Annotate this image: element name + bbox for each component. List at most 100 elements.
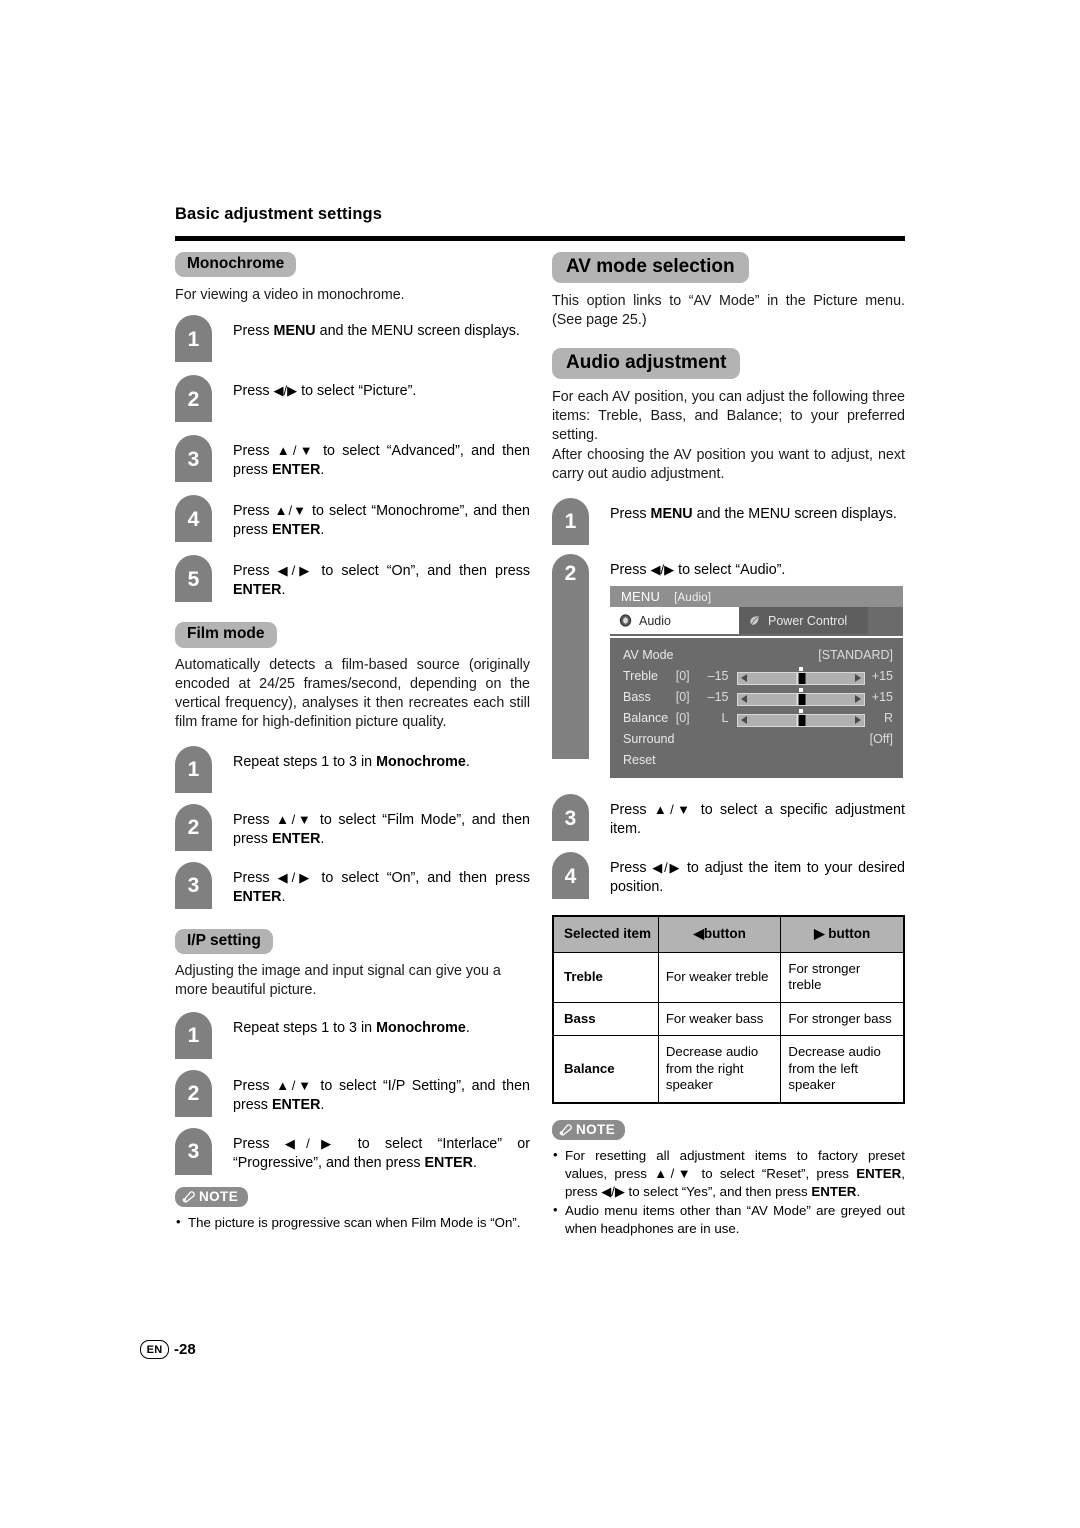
osd-slider-thumb[interactable]: [796, 693, 805, 705]
film-mode-steps: 1 Repeat steps 1 to 3 in Monochrome. 2 Pres…: [175, 745, 530, 909]
step-row: 3 Press ◀/▶ to select “Interlace” or “Pro…: [175, 1127, 530, 1175]
step-row: 2 Press ▲/▼ to select “Film Mode”, and th…: [175, 803, 530, 851]
osd-slider-track[interactable]: [736, 671, 865, 685]
osd-slider-center-tick: [798, 666, 803, 671]
osd-slider-thumb[interactable]: [796, 714, 805, 726]
step-row: 3 Press ▲/▼ to select “Advanced”, and the…: [175, 435, 530, 483]
osd-slider[interactable]: [736, 687, 865, 706]
step-text: Repeat steps 1 to 3 in Monochrome.: [233, 753, 470, 770]
section-monochrome: Monochrome For viewing a video in monoch…: [175, 252, 530, 603]
page-footer: EN -28: [140, 1340, 196, 1359]
osd-slider-track[interactable]: [736, 713, 865, 727]
osd-row-value: [0]: [675, 689, 690, 704]
osd-tab-power-control[interactable]: Power Control: [739, 607, 868, 635]
section-audio-adjustment: Audio adjustment For each AV position, y…: [552, 347, 905, 1238]
osd-row-bass[interactable]: Bass [0] –15 +15: [610, 686, 903, 707]
section-av-mode-selection: AV mode selection This option links to “…: [552, 252, 905, 330]
osd-row-value: [STANDARD]: [818, 647, 893, 662]
step-text: Press ▲/▼ to select a specific adjustmen…: [610, 802, 905, 838]
left-note-list: The picture is progressive scan when Fil…: [175, 1213, 530, 1232]
step-text: Press ◀/▶ to select “Interlace” or “Prog…: [233, 1135, 530, 1171]
osd-row-label: Bass: [623, 689, 651, 704]
step-row: 1 Repeat steps 1 to 3 in Monochrome.: [175, 745, 530, 793]
pencil-tag-icon: [182, 1191, 195, 1203]
manual-page: Basic adjustment settings Monochrome For…: [0, 0, 1080, 1528]
osd-slider-min-label: –15: [707, 668, 729, 683]
osd-row-label: Balance: [623, 710, 669, 725]
left-arrow-icon: [740, 716, 747, 725]
leaf-icon: [748, 614, 761, 627]
right-note-list: For resetting all adjustment items to fa…: [552, 1146, 905, 1238]
page-title: Basic adjustment settings: [175, 205, 382, 223]
step-text: Press ◀/▶ to select “On”, and then press…: [233, 869, 530, 905]
osd-title-bar: MENU [Audio]: [610, 586, 903, 608]
step-text: Press ◀/▶ to select “On”, and then press…: [233, 563, 530, 599]
step-row: 1 Repeat steps 1 to 3 in Monochrome.: [175, 1011, 530, 1059]
step-badge: 3: [552, 794, 589, 842]
note-badge: NOTE: [552, 1119, 626, 1140]
osd-title-tag: [Audio]: [674, 592, 712, 605]
osd-slider-center-tick: [798, 708, 803, 713]
cell-selected-item: Treble: [552, 951, 659, 1003]
osd-row-label: Treble: [623, 668, 658, 683]
osd-row-surround[interactable]: Surround [Off]: [610, 728, 903, 749]
pencil-tag-icon: [559, 1124, 572, 1136]
heading-audio-adjustment: Audio adjustment: [552, 347, 741, 379]
step-badge: 4: [552, 852, 589, 900]
osd-row-reset[interactable]: Reset: [610, 749, 903, 770]
step-text: Press ▲/▼ to select “Monochrome”, and th…: [233, 503, 530, 539]
speaker-icon: [619, 614, 632, 627]
osd-tab-power-control-label: Power Control: [768, 613, 848, 628]
osd-row-av-mode[interactable]: AV Mode [STANDARD]: [610, 644, 903, 665]
osd-slider-center-tick: [798, 687, 803, 692]
cell-right-button: For stronger bass: [780, 1001, 905, 1037]
osd-slider-track[interactable]: [736, 692, 865, 706]
table-row: Balance Decrease audio from the right spe…: [552, 1035, 905, 1104]
ip-setting-steps: 1 Repeat steps 1 to 3 in Monochrome. 2 Pres…: [175, 1011, 530, 1175]
osd-title-label: MENU: [621, 589, 661, 605]
osd-slider-thumb[interactable]: [796, 672, 805, 684]
step-badge: 5: [175, 555, 212, 603]
step-badge: 2: [175, 375, 212, 423]
col-header-right-button: ▶ button: [780, 915, 905, 953]
osd-item-list: AV Mode [STANDARD] Treble [0] –15 +15 Bass [0] –…: [610, 636, 903, 779]
osd-row-label: AV Mode: [623, 647, 674, 662]
note-item: The picture is progressive scan when Fil…: [175, 1213, 530, 1232]
section-ip-setting: I/P setting Adjusting the image and inpu…: [175, 928, 530, 1175]
osd-row-treble[interactable]: Treble [0] –15 +15: [610, 665, 903, 686]
audio-adjustment-body-1: For each AV position, you can adjust the…: [552, 388, 905, 443]
osd-tab-audio[interactable]: Audio: [610, 607, 739, 635]
button-behaviour-table: Selected item ◀button ▶ button Treble For…: [552, 915, 905, 1104]
heading-monochrome: Monochrome: [175, 252, 297, 278]
osd-row-value: [Off]: [869, 731, 893, 746]
cell-right-button: For stronger treble: [780, 951, 905, 1003]
osd-slider[interactable]: [736, 666, 865, 685]
cell-right-button: Decrease audio from the left speaker: [780, 1035, 905, 1104]
right-arrow-icon: [854, 674, 861, 683]
osd-slider[interactable]: [736, 708, 865, 727]
osd-slider-min-label: –15: [707, 689, 729, 704]
step-text: Press ▲/▼ to select “Advanced”, and then…: [233, 443, 530, 479]
left-note-block: NOTE The picture is progressive scan whe…: [175, 1186, 530, 1232]
step-row: 2 Press ▲/▼ to select “I/P Setting”, and …: [175, 1069, 530, 1117]
cell-selected-item: Balance: [552, 1035, 659, 1104]
step-row: 5 Press ◀/▶ to select “On”, and then pres…: [175, 555, 530, 603]
note-item: For resetting all adjustment items to fa…: [552, 1146, 905, 1201]
osd-menu-screenshot: MENU [Audio] Audio Power Control AV Mode…: [610, 586, 903, 779]
note-item: Audio menu items other than “AV Mode” ar…: [552, 1201, 905, 1238]
step-row: 4 Press ◀/▶ to adjust the item to your de…: [552, 852, 905, 900]
osd-tab-audio-label: Audio: [639, 613, 671, 628]
note-badge-label: NOTE: [576, 1121, 616, 1137]
film-mode-intro: Automatically detects a film-based sourc…: [175, 656, 530, 730]
audio-steps-bottom: 3 Press ▲/▼ to select a specific adjustme…: [552, 794, 905, 900]
step-badge: 3: [175, 435, 212, 483]
table-row: Bass For weaker bass For stronger bass: [552, 1001, 905, 1037]
step-row: 1 Press MENU and the MENU screen display…: [552, 497, 905, 545]
step-badge: 1: [552, 497, 589, 545]
monochrome-steps: 1 Press MENU and the MENU screen displays…: [175, 315, 530, 603]
av-mode-body: This option links to “AV Mode” in the Pi…: [552, 292, 905, 328]
osd-row-balance[interactable]: Balance [0] L R: [610, 707, 903, 728]
note-badge: NOTE: [175, 1186, 249, 1207]
osd-row-value: [0]: [675, 668, 690, 683]
cell-left-button: For weaker treble: [657, 951, 782, 1003]
